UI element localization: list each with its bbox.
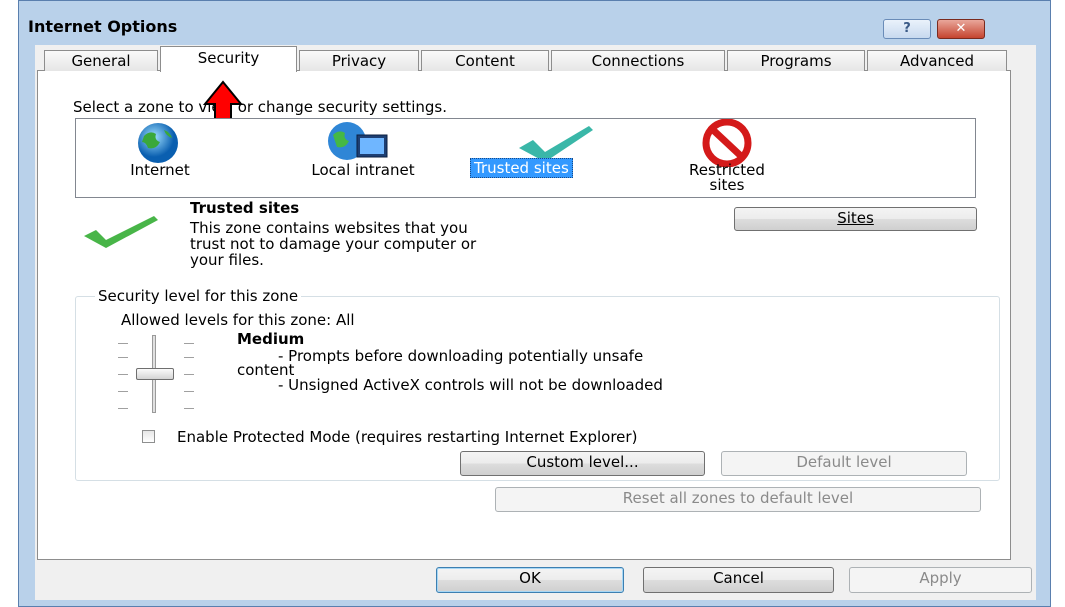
zone-label-restricted-line2: sites xyxy=(709,176,745,194)
custom-level-label: Custom level... xyxy=(526,453,639,471)
trusted-sites-checkmark-icon xyxy=(84,216,158,248)
slider-tick xyxy=(118,343,128,344)
security-level-legend: Security level for this zone xyxy=(95,287,302,305)
sites-button[interactable]: Sites xyxy=(734,207,977,231)
slider-tick xyxy=(184,374,194,375)
help-button[interactable]: ? xyxy=(883,19,931,39)
level-description-line: - Unsigned ActiveX controls will not be … xyxy=(278,376,663,394)
security-level-slider[interactable] xyxy=(118,333,198,413)
zone-detail-title: Trusted sites xyxy=(190,199,300,217)
intranet-globe-icon[interactable] xyxy=(323,121,393,165)
allowed-levels-text: Allowed levels for this zone: All xyxy=(121,311,355,329)
globe-icon[interactable] xyxy=(130,122,186,164)
tab-general[interactable]: General xyxy=(44,50,158,71)
tab-security[interactable]: Security xyxy=(160,46,297,72)
zone-detail-description: This zone contains websites that you tru… xyxy=(190,220,476,268)
slider-thumb[interactable] xyxy=(136,368,174,380)
window-title: Internet Options xyxy=(28,17,178,36)
close-button[interactable]: ✕ xyxy=(937,19,985,39)
zone-item-trusted-sites[interactable]: Trusted sites xyxy=(470,158,573,178)
cancel-button[interactable]: Cancel xyxy=(643,567,834,593)
protected-mode-label[interactable]: Enable Protected Mode (requires restarti… xyxy=(177,428,637,446)
zone-label-trusted-sites[interactable]: Trusted sites xyxy=(470,158,573,178)
custom-level-button[interactable]: Custom level... xyxy=(460,451,705,476)
slider-tick xyxy=(184,391,194,392)
slider-tick xyxy=(184,343,194,344)
ok-button[interactable]: OK xyxy=(436,567,624,593)
slider-tick xyxy=(118,374,128,375)
protected-mode-checkbox[interactable] xyxy=(142,430,155,443)
slider-tick xyxy=(118,391,128,392)
slider-tick xyxy=(118,408,128,409)
slider-tick xyxy=(184,408,194,409)
reset-all-zones-button[interactable]: Reset all zones to default level xyxy=(495,487,981,512)
restricted-icon[interactable] xyxy=(702,119,752,167)
zone-instruction: Select a zone to view or change security… xyxy=(73,98,448,116)
sites-button-label: Sites xyxy=(837,209,874,227)
tab-programs[interactable]: Programs xyxy=(727,50,865,71)
tab-privacy[interactable]: Privacy xyxy=(299,50,419,71)
security-level-name: Medium xyxy=(237,330,305,348)
tab-connections[interactable]: Connections xyxy=(551,50,725,71)
default-level-button[interactable]: Default level xyxy=(721,451,967,476)
apply-button[interactable]: Apply xyxy=(849,567,1032,593)
zone-label-internet[interactable]: Internet xyxy=(110,163,210,178)
zone-description-line: This zone contains websites that you xyxy=(190,219,468,237)
slider-tick xyxy=(184,357,194,358)
level-description-line: - Prompts before downloading potentially… xyxy=(278,347,644,365)
zone-description-line: your files. xyxy=(190,251,264,269)
tab-advanced[interactable]: Advanced xyxy=(867,50,1007,71)
zone-label-local-intranet[interactable]: Local intranet xyxy=(280,163,446,178)
zone-description-line: trust not to damage your computer or xyxy=(190,235,477,253)
slider-tick xyxy=(118,357,128,358)
tab-content[interactable]: Content xyxy=(421,50,549,71)
zone-label-restricted-sites[interactable]: Restricted sites xyxy=(672,163,782,193)
